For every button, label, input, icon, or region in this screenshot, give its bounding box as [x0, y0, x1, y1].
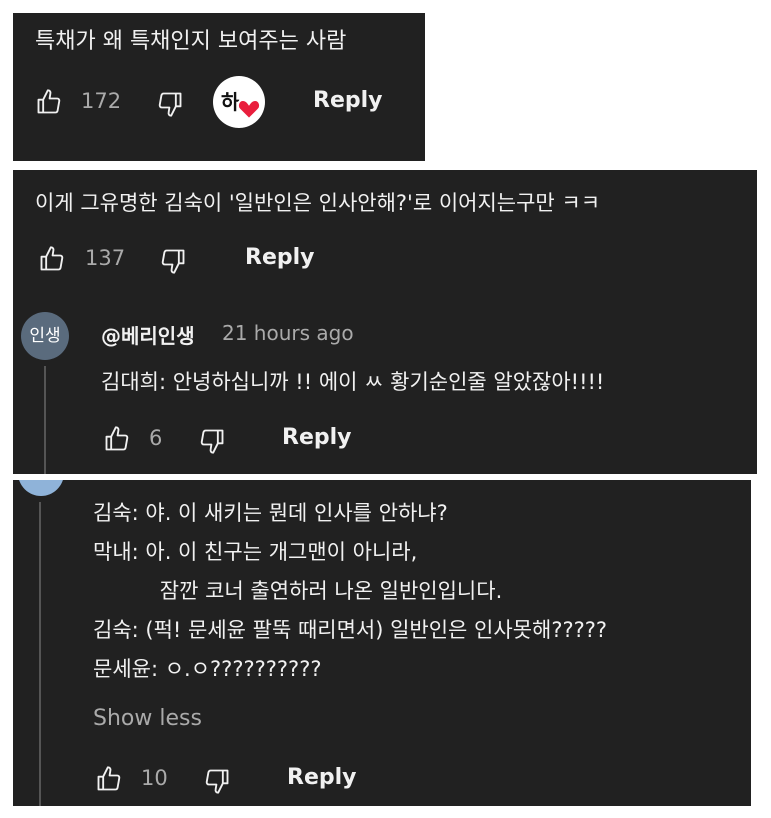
comment-panel-1: 특채가 왜 특채인지 보여주는 사람 172 하 Reply [13, 13, 425, 161]
like-count: 10 [141, 766, 168, 790]
reply-text-line: 잠깐 코너 출연하러 나온 일반인입니다. [93, 579, 503, 603]
reply-text-line: 문세윤: ㅇ.ㅇ?????????? [93, 657, 322, 681]
reply-button[interactable]: Reply [245, 245, 315, 270]
comment-text: 특채가 왜 특채인지 보여주는 사람 [35, 29, 347, 54]
creator-heart-avatar: 하 [213, 76, 265, 128]
reply-timestamp[interactable]: 21 hours ago [222, 321, 354, 345]
like-count: 137 [85, 246, 126, 270]
like-count: 6 [149, 426, 163, 450]
heart-icon [237, 98, 261, 120]
reply-button[interactable]: Reply [313, 88, 383, 113]
reply-button[interactable]: Reply [287, 765, 357, 790]
reply-text-line: 막내: 아. 이 친구는 개그맨이 아니라, [93, 540, 418, 564]
comment-text: 이게 그유명한 김숙이 '일반인은 인사안해?'로 이어지는구만 ㅋㅋ [35, 191, 601, 215]
like-icon[interactable] [35, 88, 63, 116]
reply-text-line: 김숙: 야. 이 새키는 뭔데 인사를 안하냐? [93, 501, 448, 525]
dislike-icon[interactable] [156, 90, 184, 118]
show-less-button[interactable]: Show less [93, 706, 202, 731]
avatar[interactable]: 인생 [21, 312, 69, 360]
like-icon[interactable] [38, 245, 66, 273]
reply-button[interactable]: Reply [282, 425, 352, 450]
like-icon[interactable] [103, 425, 131, 453]
reply-author[interactable]: @베리인생 [101, 320, 195, 349]
thread-line [39, 502, 41, 806]
reply-text-line: 김숙: (퍽! 문세윤 팔뚝 때리면서) 일반인은 인사못해????? [93, 618, 608, 642]
comment-panel-2: 이게 그유명한 김숙이 '일반인은 인사안해?'로 이어지는구만 ㅋㅋ 137 … [13, 170, 757, 474]
dislike-icon[interactable] [198, 427, 226, 455]
dislike-icon[interactable] [159, 247, 187, 275]
reply-text: 김대희: 안녕하십니까 !! 에이 ㅆ 황기순인줄 알았잖아!!!! [101, 370, 605, 394]
like-icon[interactable] [95, 765, 123, 793]
thread-line [44, 366, 46, 474]
dislike-icon[interactable] [203, 767, 231, 795]
like-count: 172 [81, 89, 122, 113]
avatar-text: 인생 [29, 326, 61, 346]
comment-panel-3: 김숙: 야. 이 새키는 뭔데 인사를 안하냐? 막내: 아. 이 친구는 개그… [13, 480, 751, 806]
